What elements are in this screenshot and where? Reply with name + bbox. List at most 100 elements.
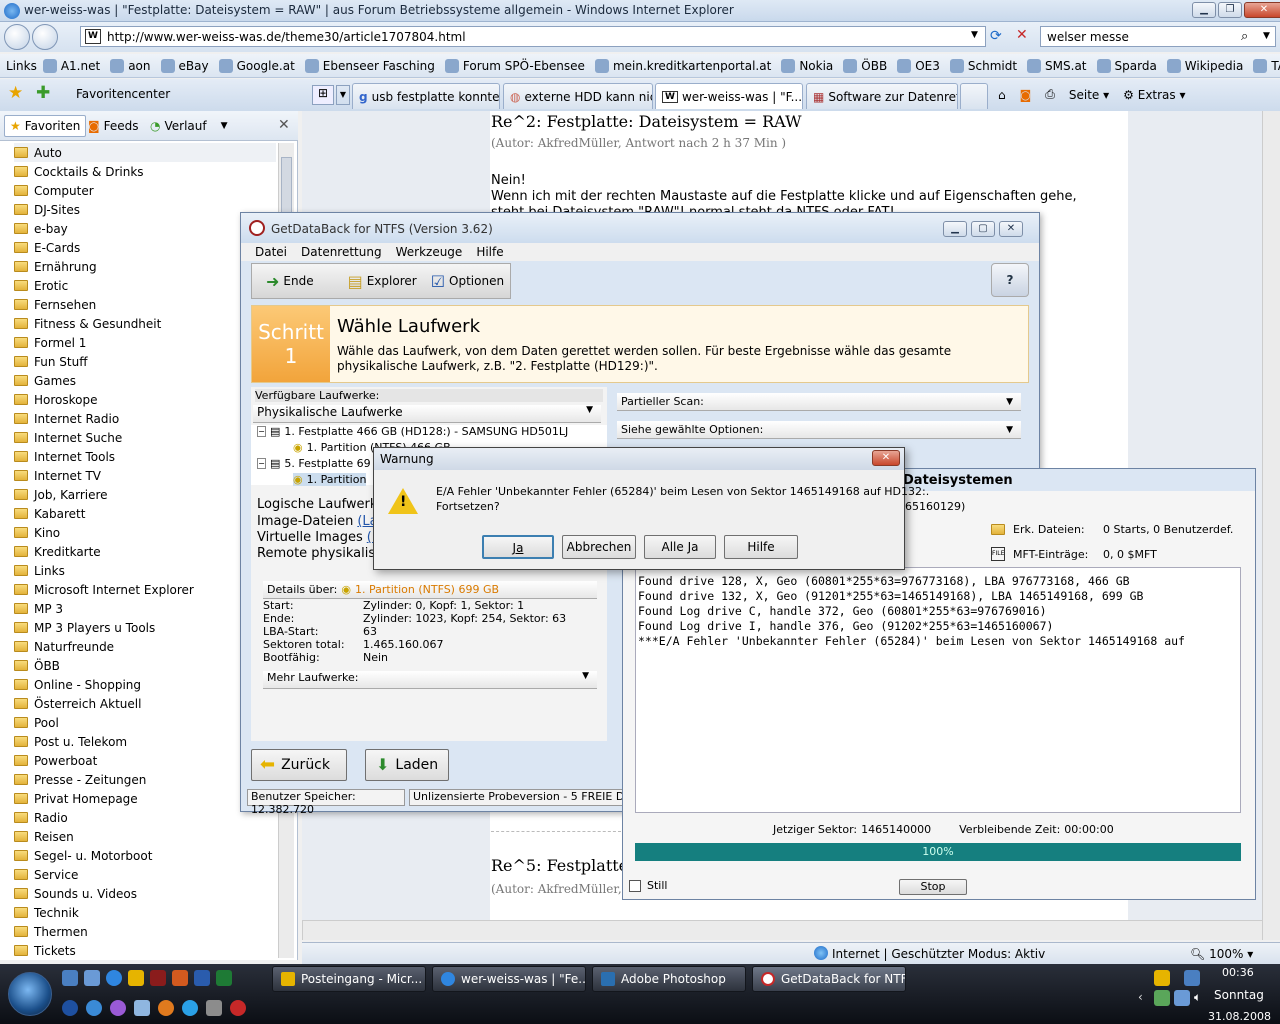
- add-favorite-icon[interactable]: ✚: [36, 83, 50, 103]
- restore-button[interactable]: ❐: [1218, 2, 1242, 18]
- tab-favorites[interactable]: ★ Favoriten: [4, 115, 87, 137]
- explorer-button[interactable]: ▤ Explorer: [348, 272, 417, 291]
- tab-history[interactable]: ◔ Verlauf ▼: [150, 119, 228, 133]
- tab-externe-hdd[interactable]: ◍externe HDD kann nic...: [503, 83, 653, 109]
- network-icon[interactable]: [1184, 970, 1200, 986]
- tab-wer-weiss-was[interactable]: Wwer-weiss-was | "F...✕: [655, 83, 803, 109]
- link-item[interactable]: Ebenseer Fasching: [304, 58, 435, 73]
- link-item[interactable]: ÖBB: [843, 58, 887, 73]
- virtual-images[interactable]: Virtuelle Images(La: [257, 530, 387, 545]
- messenger-icon[interactable]: [86, 1000, 102, 1016]
- link-item[interactable]: mein.kreditkartenportal.at: [594, 58, 771, 73]
- link-item[interactable]: SMS.at: [1027, 58, 1087, 73]
- favorite-item[interactable]: MP 3 Players u Tools: [14, 618, 155, 637]
- still-checkbox[interactable]: Still: [629, 879, 667, 892]
- powerpoint-icon[interactable]: [172, 970, 188, 986]
- favorite-item[interactable]: Technik: [14, 903, 79, 922]
- link-item[interactable]: Sparda: [1096, 58, 1157, 73]
- favorite-item[interactable]: Internet Suche: [14, 428, 122, 447]
- camera-icon[interactable]: [206, 1000, 222, 1016]
- favorite-item[interactable]: Links: [14, 561, 65, 580]
- media-icon[interactable]: [62, 1000, 78, 1016]
- favorite-item[interactable]: Kreditkarte: [14, 542, 101, 561]
- exit-button[interactable]: ➜ Ende: [266, 272, 314, 291]
- home-icon[interactable]: ⌂: [998, 88, 1006, 102]
- itunes-icon[interactable]: [110, 1000, 126, 1016]
- favorite-item[interactable]: Job, Karriere: [14, 485, 108, 504]
- link-item[interactable]: Schmidt: [949, 58, 1017, 73]
- stop-button[interactable]: Stop: [899, 879, 967, 895]
- favorite-item[interactable]: E-Cards: [14, 238, 80, 257]
- favorite-item[interactable]: Internet TV: [14, 466, 101, 485]
- cancel-button[interactable]: Abbrechen: [562, 535, 636, 559]
- desktop-icon[interactable]: [62, 970, 78, 986]
- link-item[interactable]: eBay: [160, 58, 209, 73]
- favorite-item[interactable]: Presse - Zeitungen: [14, 770, 146, 789]
- network2-icon[interactable]: [1174, 990, 1190, 1006]
- chevron-down-icon[interactable]: ▼: [1263, 31, 1270, 41]
- gdb-close-button[interactable]: ✕: [999, 221, 1023, 237]
- firefox-icon[interactable]: [158, 1000, 174, 1016]
- link-item[interactable]: OE3: [897, 58, 940, 73]
- favorite-item[interactable]: Tickets: [14, 941, 76, 960]
- tab-usb-festplatte[interactable]: gusb festplatte konnte ...: [352, 83, 500, 109]
- drive-1-node[interactable]: − ▤ 1. Festplatte 466 GB (HD128:) - SAMSUN…: [257, 425, 568, 438]
- outlook-tray-icon[interactable]: [1154, 970, 1170, 986]
- favorite-item[interactable]: Microsoft Internet Explorer: [14, 580, 194, 599]
- more-drives-select[interactable]: Mehr Laufwerke: ▼: [263, 671, 597, 689]
- ie-icon[interactable]: [106, 970, 122, 986]
- favorite-item[interactable]: Internet Radio: [14, 409, 119, 428]
- taskbar-item-photoshop[interactable]: Adobe Photoshop: [592, 966, 746, 992]
- star-icon[interactable]: ★: [8, 83, 23, 103]
- search-icon[interactable]: ⌕: [1241, 29, 1248, 44]
- page-menu[interactable]: Seite ▾: [1069, 88, 1109, 102]
- favorite-item[interactable]: Naturfreunde: [14, 637, 114, 656]
- menu-item[interactable]: Datenrettung: [301, 245, 382, 259]
- favorite-item[interactable]: Fitness & Gesundheit: [14, 314, 161, 333]
- link-item[interactable]: Wikipedia: [1166, 58, 1243, 73]
- safely-remove-icon[interactable]: [1154, 990, 1170, 1006]
- page-vertical-scrollbar[interactable]: [1262, 111, 1280, 940]
- favorite-item[interactable]: Pool: [14, 713, 59, 732]
- favorite-item[interactable]: MP 3: [14, 599, 63, 618]
- volume-icon[interactable]: 🔈︎: [1194, 990, 1201, 1005]
- close-button[interactable]: ✕: [1244, 2, 1280, 18]
- partial-scan-select[interactable]: Partieller Scan: ▼: [617, 393, 1021, 411]
- favorite-item[interactable]: e-bay: [14, 219, 68, 238]
- favorite-item[interactable]: Kino: [14, 523, 60, 542]
- gdb-maximize-button[interactable]: ▢: [971, 221, 995, 237]
- forward-button[interactable]: [32, 24, 58, 50]
- gdb-minimize-button[interactable]: ▁: [943, 221, 967, 237]
- taskbar-item-outlook[interactable]: Posteingang - Micr...: [272, 966, 426, 992]
- favorite-item[interactable]: DJ-Sites: [14, 200, 80, 219]
- tab-software-datenrettung[interactable]: ▦ Software zur Datenret...: [806, 83, 958, 109]
- favorite-item[interactable]: Fun Stuff: [14, 352, 87, 371]
- menu-item[interactable]: Werkzeuge: [396, 245, 463, 259]
- taskbar-item-ie[interactable]: wer-weiss-was | "Fe...: [432, 966, 586, 992]
- notepad-icon[interactable]: [134, 1000, 150, 1016]
- back-button[interactable]: [4, 24, 30, 50]
- load-button[interactable]: ⬇ Laden: [365, 749, 449, 781]
- drive-2-node[interactable]: − ▤ 5. Festplatte 69: [257, 457, 371, 470]
- start-button[interactable]: [8, 972, 52, 1016]
- excel-icon[interactable]: [216, 970, 232, 986]
- quick-tabs-icon[interactable]: ⊞: [312, 85, 334, 105]
- new-tab-button[interactable]: [960, 83, 988, 109]
- favorite-item[interactable]: ÖBB: [14, 656, 60, 675]
- chevron-down-icon[interactable]: ▼: [971, 30, 978, 40]
- see-options-select[interactable]: Siehe gewählte Optionen: ▼: [617, 421, 1021, 439]
- page-horizontal-scrollbar[interactable]: [302, 920, 1262, 940]
- favorite-item[interactable]: Online - Shopping: [14, 675, 141, 694]
- search-input[interactable]: welser messe ⌕ ▼: [1040, 26, 1276, 47]
- link-item[interactable]: TAKI: [1253, 58, 1280, 73]
- yes-button[interactable]: Ja: [482, 535, 554, 559]
- help-button[interactable]: ?: [991, 263, 1029, 297]
- close-pane-icon[interactable]: ✕: [278, 117, 290, 133]
- remote-physical[interactable]: Remote physikalisc: [257, 546, 382, 561]
- tab-list-icon[interactable]: ▼: [336, 85, 350, 105]
- back-button[interactable]: ⬅ Zurück: [251, 749, 347, 781]
- outlook-icon[interactable]: [128, 970, 144, 986]
- rss-icon[interactable]: ◙: [1020, 88, 1032, 102]
- access-icon[interactable]: [150, 970, 166, 986]
- favorite-item[interactable]: Games: [14, 371, 76, 390]
